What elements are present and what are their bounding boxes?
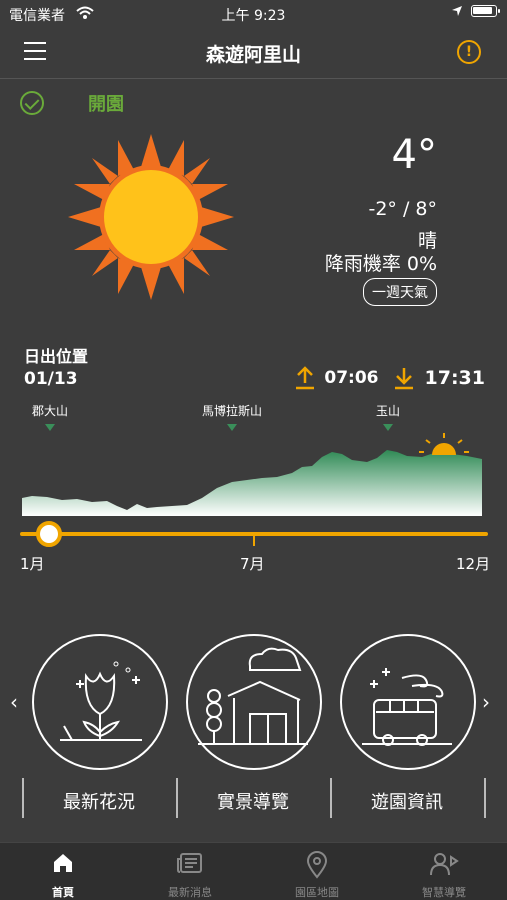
newspaper-icon (177, 853, 202, 873)
map-pin-icon (306, 851, 328, 879)
current-temperature: 4° (391, 132, 437, 178)
mountain-silhouette (22, 433, 482, 516)
tab-map-label: 園區地圖 (295, 886, 339, 899)
carousel-next-arrow[interactable]: › (482, 690, 490, 714)
check-circle-icon (20, 91, 44, 115)
mountain-label: 馬博拉斯山 (201, 404, 263, 418)
tab-smart-guide[interactable]: 智慧導覽 (381, 843, 507, 900)
mountain-label: 玉山 (375, 404, 401, 418)
tab-smart-guide-label: 智慧導覽 (422, 886, 466, 899)
park-info-feature-label[interactable]: 遊園資訊 (332, 788, 482, 814)
flower-feature-label[interactable]: 最新花況 (24, 788, 174, 814)
carousel-prev-arrow[interactable]: ‹ (10, 690, 18, 714)
feature-divider (484, 778, 486, 818)
tab-news[interactable]: 最新消息 (127, 843, 253, 900)
page-title: 森遊阿里山 (205, 44, 301, 66)
park-status: 開園 (20, 90, 124, 116)
sun-times: 07:06 17:31 (294, 366, 485, 390)
sunset-arrow-icon (394, 368, 413, 390)
temperature-range: -2° / 8° (368, 198, 437, 220)
month-label-end: 12月 (456, 555, 491, 573)
park-info-feature-button[interactable] (340, 634, 476, 770)
home-icon (54, 854, 72, 872)
sunset-time: 17:31 (424, 367, 485, 389)
mountain-label: 郡大山 (31, 404, 69, 418)
nav-bar: 森遊阿里山 ! (0, 28, 507, 78)
sun-marker-icon (419, 433, 469, 455)
sunrise-position-label: 日出位置 (24, 347, 89, 366)
sunrise-arrow-icon (296, 366, 315, 390)
tab-home[interactable]: 首頁 (0, 843, 126, 900)
alert-icon[interactable]: ! (457, 40, 481, 64)
park-status-label: 開園 (88, 94, 124, 115)
tab-news-label: 最新消息 (168, 886, 212, 899)
bus-icon (362, 668, 452, 746)
sunrise-date: 01/13 (24, 369, 78, 389)
house-tree-icon (198, 647, 308, 745)
week-weather-button[interactable]: 一週天氣 (363, 278, 437, 306)
month-label-mid: 7月 (240, 555, 265, 573)
location-arrow-icon (452, 6, 462, 16)
month-slider-tick (253, 534, 255, 546)
wifi-icon (76, 6, 94, 19)
sunrise-time: 07:06 (324, 368, 379, 388)
rain-chance: 降雨機率 0% (324, 253, 437, 275)
tab-bar: 首頁 最新消息 園區地圖 智慧導覽 (0, 842, 507, 900)
flower-feature-button[interactable] (32, 634, 168, 770)
scenic-tour-feature-button[interactable] (186, 634, 322, 770)
battery-icon (471, 5, 500, 17)
month-slider-thumb[interactable] (36, 521, 62, 547)
person-play-icon (430, 853, 459, 876)
tab-home-label: 首頁 (52, 886, 74, 899)
flower-icon (60, 661, 142, 741)
month-label-start: 1月 (20, 555, 45, 573)
tab-map[interactable]: 園區地圖 (254, 843, 380, 900)
nav-divider (0, 78, 507, 79)
sun-icon (68, 134, 234, 300)
scenic-tour-feature-label[interactable]: 實景導覽 (178, 788, 328, 814)
status-icons (451, 5, 500, 17)
